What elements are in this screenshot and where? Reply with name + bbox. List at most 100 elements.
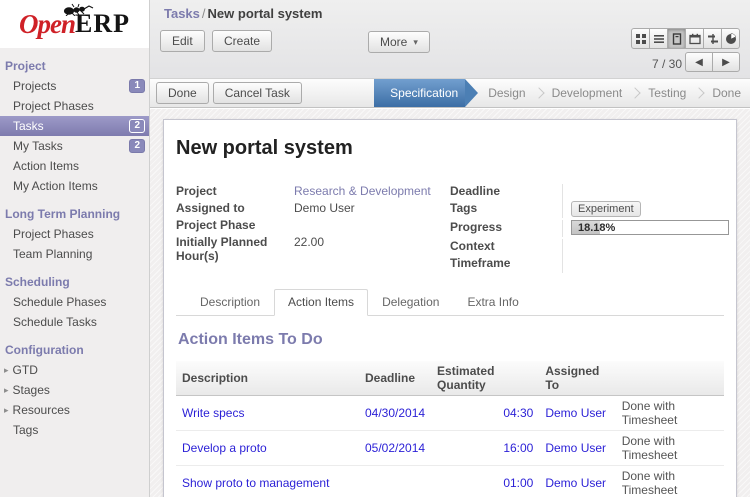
- cell-deadline[interactable]: [359, 466, 431, 497]
- tab-description[interactable]: Description: [186, 289, 274, 316]
- calendar-view-icon[interactable]: [685, 28, 704, 49]
- cell-assigned[interactable]: Demo User: [539, 466, 615, 497]
- planned-hours-label: Initially Planned Hour(s): [176, 235, 294, 263]
- list-view-icon[interactable]: [649, 28, 668, 49]
- table-row[interactable]: Develop a proto 05/02/2014 16:00 Demo Us…: [176, 431, 724, 466]
- sidebar-section-scheduling: Scheduling Schedule Phases Schedule Task…: [0, 268, 149, 332]
- statusbar: Done Cancel Task Specification Design De…: [150, 78, 750, 108]
- sidebar-item-label: Schedule Tasks: [13, 315, 97, 329]
- sidebar-item-projects[interactable]: Projects 1: [0, 76, 149, 96]
- sidebar-item-label: Project Phases: [13, 99, 94, 113]
- arrow-right-icon: ▶: [722, 57, 730, 68]
- cancel-task-button[interactable]: Cancel Task: [213, 82, 302, 104]
- more-label: More: [380, 35, 407, 49]
- cell-assigned[interactable]: Demo User: [539, 431, 615, 466]
- form-view-icon[interactable]: [667, 28, 686, 49]
- sidebar-item-tags[interactable]: Tags: [0, 420, 149, 440]
- sidebar-item-label: Resources: [13, 403, 70, 417]
- context-label: Context: [450, 239, 562, 256]
- gantt-view-icon[interactable]: [703, 28, 722, 49]
- table-row[interactable]: Show proto to management 01:00 Demo User…: [176, 466, 724, 497]
- sidebar-item-tasks[interactable]: Tasks 2: [0, 116, 149, 136]
- pager: ◀ ▶: [686, 52, 740, 72]
- column-deadline[interactable]: Deadline: [359, 361, 431, 396]
- tab-action-items[interactable]: Action Items: [274, 289, 368, 316]
- stage-done[interactable]: Done: [703, 86, 750, 100]
- table-row[interactable]: Write specs 04/30/2014 04:30 Demo User D…: [176, 396, 724, 431]
- next-record-button[interactable]: ▶: [712, 52, 740, 72]
- progress-label: Progress: [450, 220, 562, 237]
- cell-assigned[interactable]: Demo User: [539, 396, 615, 431]
- done-button[interactable]: Done: [156, 82, 209, 104]
- notebook-tabs: Description Action Items Delegation Extr…: [176, 289, 724, 316]
- done-with-timesheet-button[interactable]: Done with Timesheet: [616, 396, 724, 431]
- assigned-to-label: Assigned to: [176, 201, 294, 218]
- expand-arrow-icon: ▸: [4, 385, 9, 396]
- sidebar: OpenERP Project Projects 1 Project Phase…: [0, 0, 150, 497]
- tab-delegation[interactable]: Delegation: [368, 289, 453, 316]
- more-dropdown-button[interactable]: More ▾: [368, 31, 430, 53]
- sidebar-item-my-tasks[interactable]: My Tasks 2: [0, 136, 149, 156]
- tab-extra-info[interactable]: Extra Info: [453, 289, 532, 316]
- context-value: [562, 239, 724, 256]
- previous-record-button[interactable]: ◀: [685, 52, 713, 72]
- cell-qty[interactable]: 16:00: [431, 431, 539, 466]
- project-label: Project: [176, 184, 294, 201]
- cell-deadline[interactable]: 04/30/2014: [359, 396, 431, 431]
- stage-specification[interactable]: Specification: [374, 79, 465, 107]
- sidebar-item-schedule-tasks[interactable]: Schedule Tasks: [0, 312, 149, 332]
- sidebar-item-project-phases[interactable]: Project Phases: [0, 96, 149, 116]
- count-badge: 2: [129, 139, 145, 153]
- sidebar-item-action-items[interactable]: Action Items: [0, 156, 149, 176]
- progress-percent-text: 18.18%: [578, 222, 615, 234]
- openerp-logo[interactable]: OpenERP: [0, 0, 149, 48]
- project-phase-value: [294, 218, 450, 235]
- sidebar-item-ltp-project-phases[interactable]: Project Phases: [0, 224, 149, 244]
- sidebar-item-schedule-phases[interactable]: Schedule Phases: [0, 292, 149, 312]
- arrow-left-icon: ◀: [695, 57, 703, 68]
- stage-design[interactable]: Design: [479, 86, 534, 100]
- project-phase-label: Project Phase: [176, 218, 294, 235]
- sidebar-item-label: GTD: [13, 363, 38, 377]
- sidebar-item-label: My Tasks: [13, 139, 63, 153]
- sidebar-item-stages[interactable]: ▸ Stages: [0, 380, 149, 400]
- cell-qty[interactable]: 01:00: [431, 466, 539, 497]
- assigned-to-value: Demo User: [294, 201, 450, 218]
- content-background: New portal system Project Research & Dev…: [150, 109, 750, 497]
- section-title: Configuration: [0, 336, 149, 360]
- done-with-timesheet-button[interactable]: Done with Timesheet: [616, 431, 724, 466]
- section-title: Long Term Planning: [0, 200, 149, 224]
- breadcrumb-tasks-link[interactable]: Tasks: [164, 6, 200, 21]
- sidebar-item-label: Team Planning: [13, 247, 92, 261]
- sidebar-item-label: Stages: [13, 383, 50, 397]
- sidebar-item-resources[interactable]: ▸ Resources: [0, 400, 149, 420]
- column-assigned-to[interactable]: Assigned To: [539, 361, 615, 396]
- edit-button[interactable]: Edit: [160, 30, 205, 52]
- create-button[interactable]: Create: [212, 30, 272, 52]
- graph-view-icon[interactable]: [721, 28, 740, 49]
- cell-deadline[interactable]: 05/02/2014: [359, 431, 431, 466]
- action-items-table: Description Deadline Estimated Quantity …: [176, 361, 724, 497]
- column-description[interactable]: Description: [176, 361, 359, 396]
- deadline-value: [562, 184, 724, 201]
- stage-testing[interactable]: Testing: [639, 86, 695, 100]
- stage-development[interactable]: Development: [543, 86, 632, 100]
- breadcrumb-separator: /: [200, 6, 208, 21]
- column-action: [616, 361, 724, 396]
- progress-bar: 18.18%: [571, 220, 729, 235]
- cell-qty[interactable]: 04:30: [431, 396, 539, 431]
- done-with-timesheet-button[interactable]: Done with Timesheet: [616, 466, 724, 497]
- timeframe-label: Timeframe: [450, 256, 562, 273]
- cell-description[interactable]: Develop a proto: [176, 431, 359, 466]
- sidebar-item-team-planning[interactable]: Team Planning: [0, 244, 149, 264]
- count-badge: 2: [129, 119, 145, 133]
- sidebar-item-gtd[interactable]: ▸ GTD: [0, 360, 149, 380]
- timeframe-value: [562, 256, 724, 273]
- column-estimated-quantity[interactable]: Estimated Quantity: [431, 361, 539, 396]
- sidebar-item-my-action-items[interactable]: My Action Items: [0, 176, 149, 196]
- expand-arrow-icon: ▸: [4, 365, 9, 376]
- project-value-link[interactable]: Research & Development: [294, 184, 450, 201]
- kanban-view-icon[interactable]: [631, 28, 650, 49]
- cell-description[interactable]: Write specs: [176, 396, 359, 431]
- cell-description[interactable]: Show proto to management: [176, 466, 359, 497]
